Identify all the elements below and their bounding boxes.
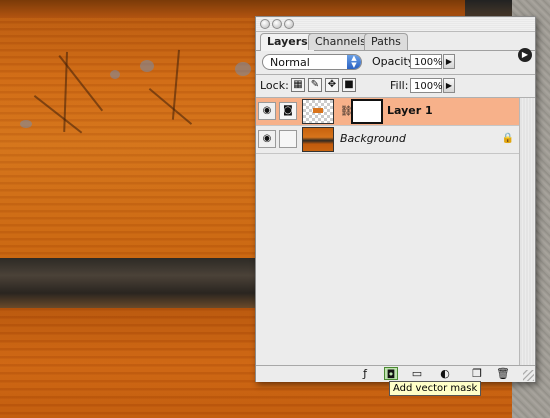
layers-palette: Layers Channels Paths ▶ Normal ▲ ▼ Opacit… xyxy=(255,16,536,382)
link-slot[interactable] xyxy=(279,130,297,148)
paint-fleck xyxy=(20,120,32,128)
minimize-icon[interactable] xyxy=(272,19,282,29)
opacity-slider-arrow-icon[interactable]: ▶ xyxy=(443,54,455,69)
layer-name[interactable]: Layer 1 xyxy=(387,104,433,118)
chain-link-icon[interactable]: ⛓ xyxy=(340,106,353,118)
lock-fill-row: Lock: ▦ ✎ ✥ ■ Fill: 100% ▶ xyxy=(256,75,535,97)
blend-mode-value: Normal xyxy=(270,56,310,69)
lock-transparency-icon[interactable]: ▦ xyxy=(291,78,305,92)
blend-mode-select[interactable]: Normal ▲ ▼ xyxy=(262,54,362,70)
folder-icon[interactable]: ▭ xyxy=(410,367,424,380)
fill-label: Fill: xyxy=(390,79,409,92)
layers-scrollbar[interactable] xyxy=(519,98,535,365)
layer-mask-thumbnail[interactable] xyxy=(351,99,383,124)
move-icon[interactable]: ✥ xyxy=(325,78,339,92)
layer-row-background[interactable]: ◉ Background 🔒 xyxy=(256,126,519,154)
paint-fleck xyxy=(235,62,251,76)
layer-style-icon[interactable]: ƒ xyxy=(358,367,372,380)
blend-opacity-row: Normal ▲ ▼ Opacity: 100% ▶ xyxy=(256,51,535,73)
thumbnail-content xyxy=(313,108,323,113)
paint-fleck xyxy=(110,70,120,79)
lock-icon: 🔒 xyxy=(501,133,514,144)
lock-label: Lock: xyxy=(260,79,289,92)
trash-icon[interactable]: 🗑 xyxy=(496,367,510,380)
palette-titlebar[interactable] xyxy=(256,17,535,32)
add-mask-icon[interactable]: ◘ xyxy=(384,367,398,381)
fill-slider-arrow-icon[interactable]: ▶ xyxy=(443,78,455,93)
new-layer-icon[interactable]: ❐ xyxy=(470,367,484,380)
adjustment-layer-icon[interactable]: ◐ xyxy=(438,367,452,380)
palette-bottom-toolbar: ƒ ◘ ▭ ◐ ❐ 🗑 xyxy=(256,365,535,382)
tab-paths[interactable]: Paths xyxy=(364,33,408,50)
brush-icon[interactable]: ✎ xyxy=(308,78,322,92)
layer-row-layer-1[interactable]: ◉ ◙ ⛓ Layer 1 xyxy=(256,98,519,126)
paint-fleck xyxy=(140,60,154,72)
palette-tabs: Layers Channels Paths ▶ xyxy=(256,32,535,62)
brush-icon[interactable]: ◙ xyxy=(279,102,297,120)
close-icon[interactable] xyxy=(260,19,270,29)
eye-icon[interactable]: ◉ xyxy=(258,102,276,120)
chevron-updown-icon[interactable]: ▲ ▼ xyxy=(347,55,361,69)
lock-icon[interactable]: ■ xyxy=(342,78,356,92)
fill-input[interactable]: 100% xyxy=(410,78,443,93)
layer-thumbnail[interactable] xyxy=(302,99,334,124)
eye-icon[interactable]: ◉ xyxy=(258,130,276,148)
layer-thumbnail[interactable] xyxy=(302,127,334,152)
tab-layers[interactable]: Layers xyxy=(260,33,315,51)
opacity-input[interactable]: 100% xyxy=(410,54,443,69)
zoom-icon[interactable] xyxy=(284,19,294,29)
resize-grip[interactable] xyxy=(523,370,534,381)
layer-name[interactable]: Background xyxy=(340,132,406,146)
tooltip: Add vector mask xyxy=(389,381,482,396)
